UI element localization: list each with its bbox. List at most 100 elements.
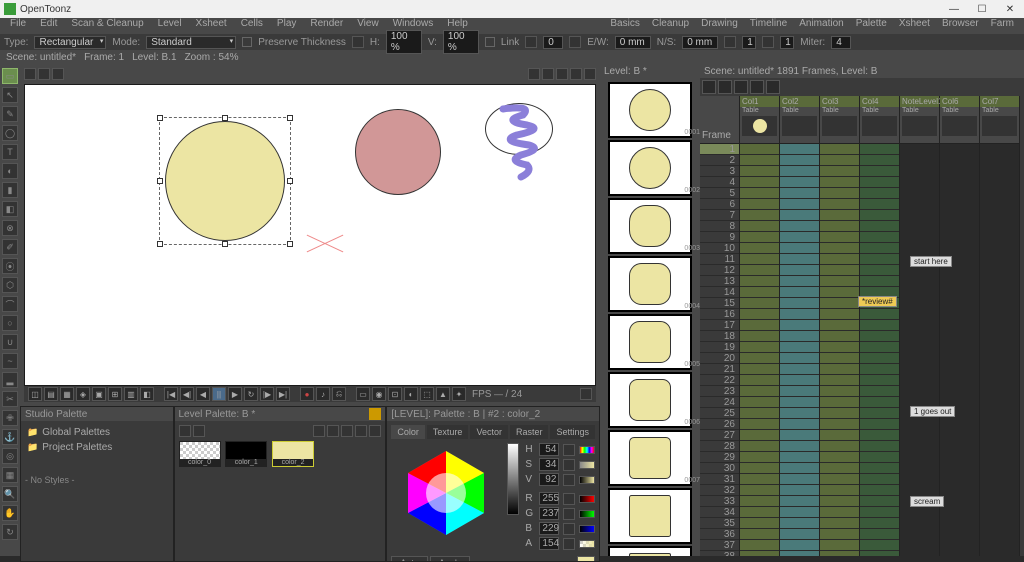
xsheet-cell[interactable] <box>900 419 939 430</box>
xsheet-cell[interactable] <box>940 177 979 188</box>
xsheet-cell[interactable] <box>820 232 859 243</box>
tab-raster[interactable]: Raster <box>510 425 549 439</box>
xsheet-cell[interactable] <box>820 430 859 441</box>
xsheet-cell[interactable] <box>820 408 859 419</box>
xsheet-cell[interactable] <box>740 309 779 320</box>
xsheet-cell[interactable] <box>860 221 899 232</box>
xsheet-cell[interactable] <box>780 397 819 408</box>
xsheet-cell[interactable] <box>940 221 979 232</box>
blue-slider[interactable] <box>579 525 595 533</box>
xsheet-cell[interactable] <box>780 210 819 221</box>
menu-edit[interactable]: Edit <box>34 18 63 34</box>
xsheet-cell[interactable] <box>780 298 819 309</box>
xsheet-cell[interactable] <box>780 309 819 320</box>
xsheet-cell[interactable] <box>820 276 859 287</box>
frame-row[interactable]: 36 <box>700 529 739 540</box>
xsheet-cell[interactable] <box>980 474 1019 485</box>
join-icon[interactable] <box>762 36 774 48</box>
view3-button[interactable]: ⊡ <box>388 387 402 401</box>
xsheet-cell[interactable] <box>820 188 859 199</box>
ns-input[interactable]: 0 mm <box>682 36 718 49</box>
xsheet-cell[interactable] <box>980 364 1019 375</box>
arrow-tool[interactable]: ↖ <box>2 87 18 103</box>
xsheet-column[interactable]: Col2Table <box>780 96 820 556</box>
xsheet-cell[interactable] <box>860 408 899 419</box>
xsheet-cell[interactable] <box>940 353 979 364</box>
xsheet-cell[interactable] <box>820 419 859 430</box>
global-palettes-folder[interactable]: Global Palettes <box>25 425 169 440</box>
xsheet-cell[interactable] <box>900 287 939 298</box>
xsheet-cell[interactable] <box>780 496 819 507</box>
xsheet-cell[interactable] <box>980 331 1019 342</box>
xsheet-cell[interactable] <box>780 144 819 155</box>
hook-tool[interactable]: ⚓ <box>2 429 18 445</box>
xsheet-cell[interactable] <box>940 375 979 386</box>
xsheet-cell[interactable] <box>740 353 779 364</box>
xsheet-cell[interactable] <box>740 276 779 287</box>
opt3-button[interactable]: ▦ <box>60 387 74 401</box>
xsheet-cell[interactable] <box>820 221 859 232</box>
xsheet-cell[interactable] <box>780 474 819 485</box>
xsheet-cell[interactable] <box>980 419 1019 430</box>
xsheet-cell[interactable] <box>940 441 979 452</box>
tape-tool[interactable]: ⊗ <box>2 220 18 236</box>
xsheet-cell[interactable] <box>980 309 1019 320</box>
zoom-tool[interactable]: 🔍 <box>2 486 18 502</box>
xsheet-cell[interactable] <box>740 419 779 430</box>
xs-icon3[interactable] <box>734 80 748 94</box>
xsheet-cell[interactable] <box>980 463 1019 474</box>
xsheet-cell[interactable] <box>740 320 779 331</box>
xsheet-cell[interactable] <box>780 507 819 518</box>
v-input[interactable]: 100 % <box>443 30 479 54</box>
close-button[interactable]: ✕ <box>1000 4 1020 15</box>
safe-area-icon[interactable] <box>24 68 36 80</box>
xsheet-cell[interactable] <box>860 166 899 177</box>
menu-file[interactable]: File <box>4 18 32 34</box>
xsheet-cell[interactable] <box>740 386 779 397</box>
view6-button[interactable]: ▲ <box>436 387 450 401</box>
snd-button[interactable]: ♪ <box>316 387 330 401</box>
xsheet-cell[interactable] <box>860 485 899 496</box>
xsheet-cell[interactable] <box>940 452 979 463</box>
xsheet-cell[interactable] <box>980 529 1019 540</box>
opt5-button[interactable]: ▣ <box>92 387 106 401</box>
frame-row[interactable]: 27 <box>700 430 739 441</box>
frame-row[interactable]: 13 <box>700 276 739 287</box>
xsheet-cell[interactable] <box>940 243 979 254</box>
xsheet-cell[interactable] <box>820 166 859 177</box>
xsheet-cell[interactable] <box>820 518 859 529</box>
xsheet-cell[interactable] <box>820 265 859 276</box>
field-guide-icon[interactable] <box>38 68 50 80</box>
xsheet-cell[interactable] <box>740 177 779 188</box>
room-palette[interactable]: Palette <box>850 18 893 34</box>
xsheet-cell[interactable] <box>820 210 859 221</box>
magnet-tool[interactable]: ∪ <box>2 334 18 350</box>
xsheet-cell[interactable] <box>900 386 939 397</box>
xsheet-cell[interactable] <box>740 408 779 419</box>
opt6-button[interactable]: ⊞ <box>108 387 122 401</box>
frame-row[interactable]: 7 <box>700 210 739 221</box>
eraser-tool[interactable]: ◧ <box>2 201 18 217</box>
xsheet-cell[interactable] <box>900 364 939 375</box>
xsheet-cell[interactable] <box>860 474 899 485</box>
xsheet-cell[interactable] <box>980 155 1019 166</box>
frame-row[interactable]: 3 <box>700 166 739 177</box>
xsheet-cell[interactable] <box>900 155 939 166</box>
xsheet-cell[interactable] <box>980 342 1019 353</box>
fill-tool[interactable]: ◐ <box>2 163 18 179</box>
xsheet-cell[interactable] <box>780 430 819 441</box>
prev-frame-button[interactable]: ◀| <box>180 387 194 401</box>
xsheet-cell[interactable] <box>780 265 819 276</box>
frame-row[interactable]: 22 <box>700 375 739 386</box>
xsheet-cell[interactable] <box>860 540 899 551</box>
mode-dropdown[interactable]: Standard <box>146 36 236 49</box>
pal-icon2[interactable] <box>193 425 205 437</box>
menu-play[interactable]: Play <box>271 18 302 34</box>
minimize-button[interactable]: — <box>944 4 964 15</box>
xsheet-cell[interactable] <box>900 463 939 474</box>
frame-row[interactable]: 16 <box>700 309 739 320</box>
xsheet-cell[interactable] <box>740 485 779 496</box>
xsheet-cell[interactable] <box>900 375 939 386</box>
xsheet-cell[interactable] <box>860 386 899 397</box>
value-strip[interactable] <box>507 443 519 515</box>
